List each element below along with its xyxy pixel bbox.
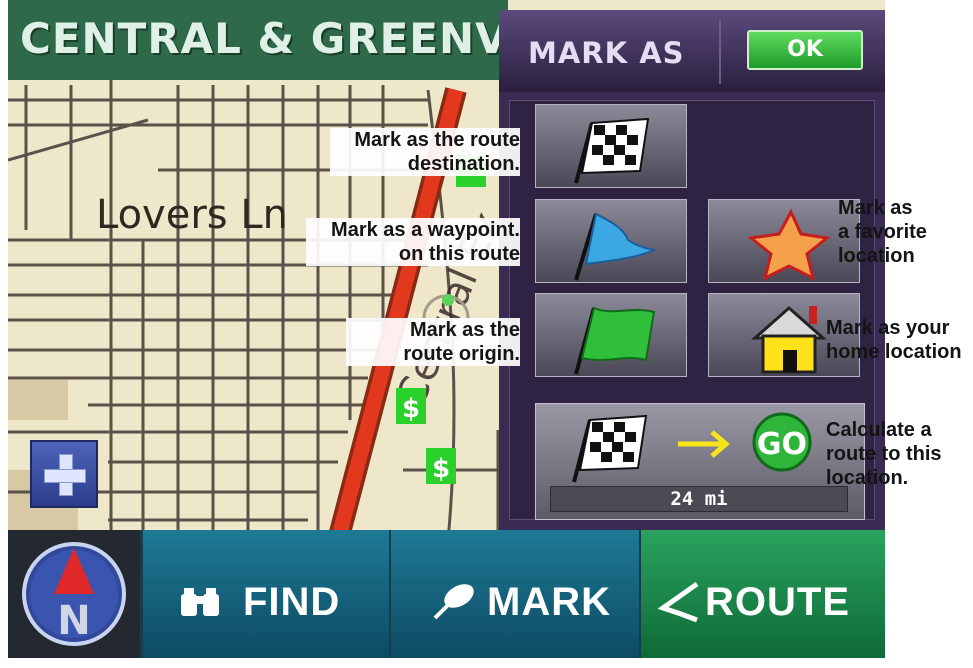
- poi-atm-icon[interactable]: $: [426, 448, 456, 484]
- compass-letter: N: [57, 598, 90, 644]
- street-label: Lovers Ln: [96, 192, 288, 238]
- callout-origin: Mark as the route origin.: [346, 318, 520, 366]
- bottom-toolbar: N FIND MARK ROUTE: [8, 530, 885, 658]
- mark-destination-button[interactable]: [535, 104, 687, 188]
- go-button-icon: GO: [752, 412, 812, 472]
- mark-label: MARK: [487, 580, 611, 624]
- calculate-route-button[interactable]: GO 24 mi: [535, 403, 865, 520]
- pushpin-icon: [433, 584, 474, 620]
- binoculars-icon: [181, 588, 219, 616]
- panel-title: MARK AS: [528, 36, 685, 70]
- svg-text:$: $: [402, 394, 420, 424]
- green-flag-icon: [574, 306, 656, 375]
- blue-flag-icon: [574, 212, 658, 281]
- mark-waypoint-button[interactable]: [535, 199, 687, 283]
- street-name: CENTRAL & GREENVI: [20, 14, 508, 63]
- street-name-header: CENTRAL & GREENVI: [8, 0, 508, 80]
- callout-go: Calculate a route to this location.: [826, 419, 942, 489]
- find-label: FIND: [243, 580, 341, 624]
- ok-button[interactable]: OK: [747, 30, 863, 70]
- route-icon: [657, 581, 699, 623]
- route-label: ROUTE: [705, 580, 850, 624]
- compass-icon: N: [22, 542, 126, 646]
- find-tab[interactable]: FIND: [143, 530, 389, 658]
- route-distance: 24 mi: [550, 486, 848, 512]
- poi-atm-icon[interactable]: $: [396, 388, 426, 424]
- arrow-right-icon: [678, 430, 730, 458]
- zoom-in-button[interactable]: [30, 440, 98, 508]
- route-tab[interactable]: ROUTE: [641, 530, 885, 658]
- callout-favorite: Mark as a favorite location: [838, 197, 927, 267]
- callout-home: Mark as your home location: [826, 317, 962, 363]
- svg-text:$: $: [432, 454, 450, 484]
- go-label: GO: [757, 427, 807, 462]
- callout-destination: Mark as the route destination.: [330, 128, 520, 176]
- checkered-flag-icon: [572, 414, 648, 483]
- compass-button[interactable]: N: [8, 530, 140, 658]
- mark-tab[interactable]: MARK: [391, 530, 639, 658]
- callout-waypoint: Mark as a waypoint. on this route: [306, 218, 520, 266]
- mark-as-title-bar: MARK AS OK: [499, 10, 885, 92]
- checkered-flag-icon: [574, 117, 650, 184]
- mark-origin-button[interactable]: [535, 293, 687, 377]
